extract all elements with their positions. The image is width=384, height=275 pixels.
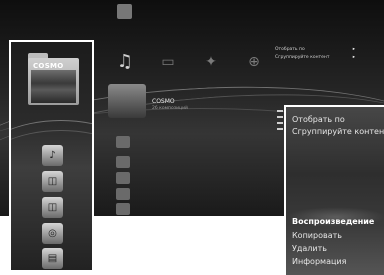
album-art-icon[interactable]: ◫	[42, 197, 63, 218]
menu-item-delete[interactable]: Удалить	[292, 244, 327, 253]
category-bar: ♫ ▭ ✦ ⊕	[115, 52, 264, 72]
options-item-label: Отобрать по	[275, 47, 305, 52]
folder-icon-large[interactable]: COSMO	[28, 53, 79, 105]
arrow-right-icon: ▸	[352, 47, 355, 52]
track-thumbnail[interactable]	[116, 136, 130, 148]
music-icon[interactable]: ♫	[115, 52, 135, 72]
menu-item-copy[interactable]: Копировать	[292, 231, 342, 240]
menu-item-group[interactable]: Сгруппируйте контент	[292, 127, 384, 136]
options-menu-item[interactable]: Сгруппируйте контент ▸	[275, 54, 365, 62]
video-icon[interactable]: ▭	[158, 52, 178, 72]
folder-title: COSMO	[152, 98, 175, 105]
arrow-right-icon: ▸	[352, 55, 355, 60]
options-menu-item[interactable]: Отобрать по ▸	[275, 46, 365, 54]
track-thumbnail[interactable]	[116, 188, 130, 200]
folder-thumbnail[interactable]	[108, 84, 146, 118]
menu-item-sort[interactable]: Отобрать по	[292, 115, 345, 124]
zoomed-options-menu: Отобрать по Сгруппируйте контент Воспрои…	[284, 105, 384, 275]
menu-item-info[interactable]: Информация	[292, 257, 346, 266]
folder-label: COSMO	[33, 62, 64, 70]
zoomed-folder-column: COSMO ♪ ◫ ◫ ◎ ▤	[9, 40, 94, 272]
folder-subtitle: 26 композиций	[152, 106, 188, 111]
music-track-icon[interactable]: ♪	[42, 145, 63, 166]
track-thumbnail[interactable]	[116, 172, 130, 184]
album-art-icon[interactable]: ◫	[42, 171, 63, 192]
network-icon[interactable]: ⊕	[244, 52, 264, 72]
track-thumbnail[interactable]	[116, 156, 130, 168]
xmb-screen: ♫ ▭ ✦ ⊕ COSMO 26 композиций Отобрать по …	[0, 0, 384, 275]
menu-item-play[interactable]: Воспроизведение	[292, 217, 374, 226]
disc-icon[interactable]: ◎	[42, 223, 63, 244]
game-icon[interactable]: ✦	[201, 52, 221, 72]
track-thumbnail[interactable]	[116, 203, 130, 215]
folder-icon[interactable]: ▤	[42, 248, 63, 269]
options-menu-small: Отобрать по ▸ Сгруппируйте контент ▸	[275, 46, 365, 62]
folder-cover-image	[31, 70, 76, 103]
top-item-icon[interactable]	[117, 4, 132, 19]
options-item-label: Сгруппируйте контент	[275, 55, 330, 60]
